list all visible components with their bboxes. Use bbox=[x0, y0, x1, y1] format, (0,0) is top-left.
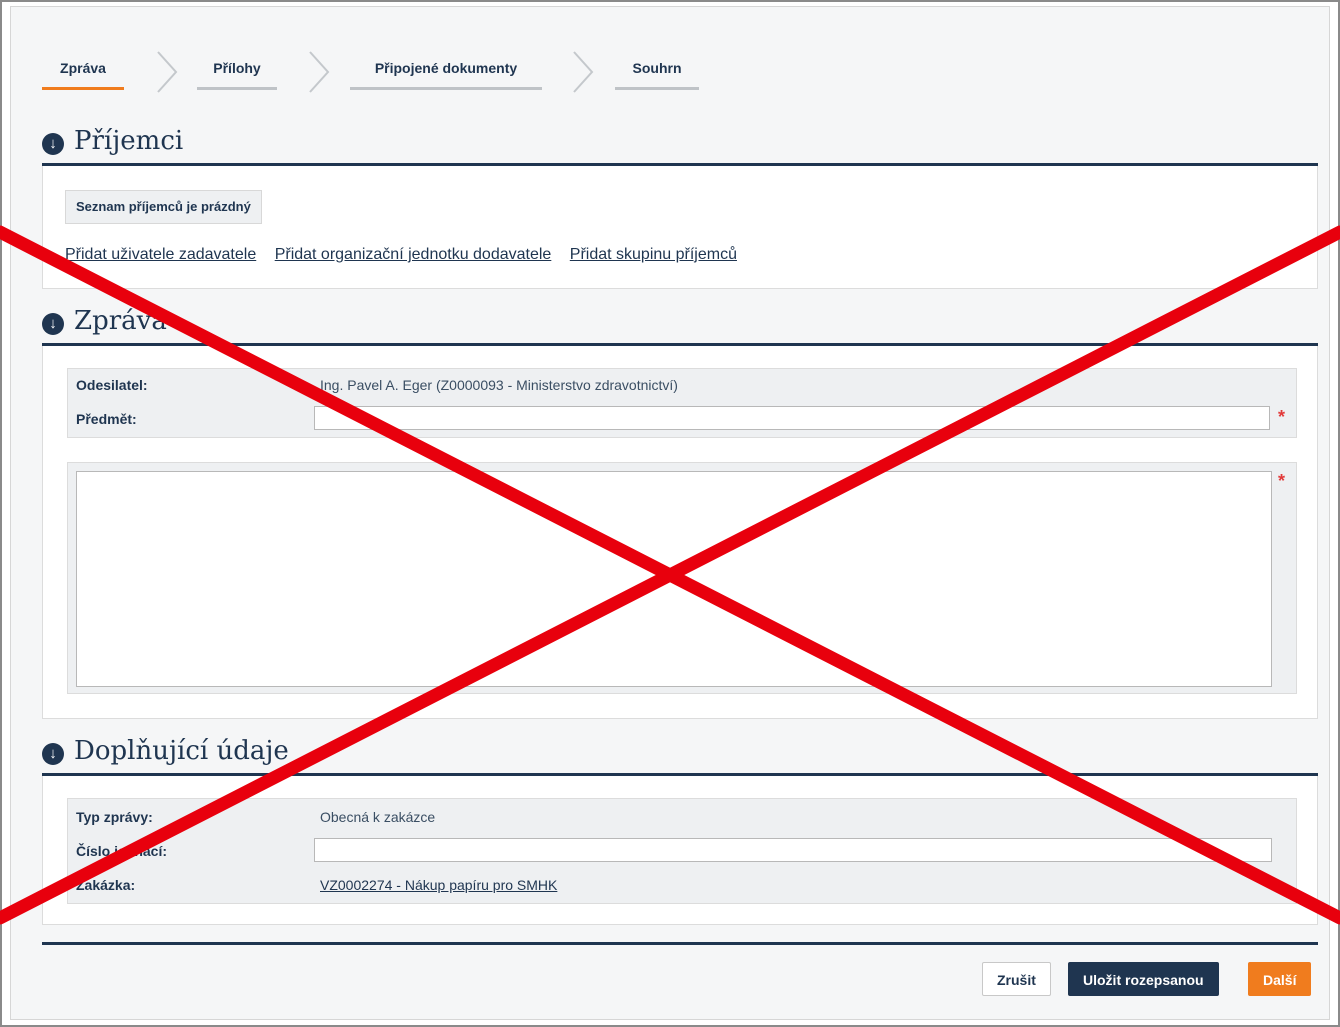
collapse-arrow-icon[interactable]: ↓ bbox=[42, 743, 64, 765]
wizard-step-label: Připojené dokumenty bbox=[374, 60, 518, 76]
add-recipient-group-link[interactable]: Přidat skupinu příjemců bbox=[570, 246, 737, 263]
chevron-right-icon bbox=[309, 51, 330, 93]
wizard-step-souhrn[interactable]: Souhrn bbox=[615, 60, 699, 90]
add-contracting-user-link[interactable]: Přidat uživatele zadavatele bbox=[65, 246, 256, 263]
order-row: Zakázka: VZ0002274 - Nákup papíru pro SM… bbox=[68, 869, 1296, 901]
reference-number-row: Číslo jednací: bbox=[68, 835, 1296, 867]
wizard-step-indicator bbox=[42, 87, 124, 90]
sender-label: Odesilatel: bbox=[76, 377, 148, 393]
wizard-step-indicator bbox=[615, 87, 699, 90]
add-supplier-unit-link[interactable]: Přidat organizační jednotku dodavatele bbox=[275, 246, 552, 263]
message-body-container: * bbox=[67, 462, 1297, 694]
reference-number-label: Číslo jednací: bbox=[76, 843, 168, 859]
collapse-arrow-icon[interactable]: ↓ bbox=[42, 313, 64, 335]
order-link[interactable]: VZ0002274 - Nákup papíru pro SMHK bbox=[320, 877, 557, 893]
reference-number-input[interactable] bbox=[314, 838, 1272, 862]
order-value: VZ0002274 - Nákup papíru pro SMHK bbox=[320, 877, 557, 893]
message-type-row: Typ zprávy: Obecná k zakázce bbox=[68, 801, 1296, 833]
wizard-step-indicator bbox=[350, 87, 542, 90]
message-fields: Odesilatel: Ing. Pavel A. Eger (Z0000093… bbox=[67, 368, 1297, 438]
additional-fields: Typ zprávy: Obecná k zakázce Číslo jedna… bbox=[67, 798, 1297, 904]
sender-value: Ing. Pavel A. Eger (Z0000093 - Ministers… bbox=[320, 377, 678, 393]
recipient-links: Přidat uživatele zadavatele Přidat organ… bbox=[65, 246, 751, 264]
section-title: Doplňující údaje bbox=[74, 736, 289, 766]
recipients-panel: Seznam příjemců je prázdný Přidat uživat… bbox=[42, 166, 1318, 289]
message-body-textarea[interactable] bbox=[76, 471, 1272, 687]
subject-input[interactable] bbox=[314, 406, 1270, 430]
sender-row: Odesilatel: Ing. Pavel A. Eger (Z0000093… bbox=[68, 369, 1296, 401]
wizard-step-prilohy[interactable]: Přílohy bbox=[197, 60, 277, 90]
section-title: Zpráva bbox=[74, 306, 167, 336]
section-header-recipients[interactable]: ↓ Příjemci bbox=[42, 126, 1318, 166]
chevron-right-icon bbox=[573, 51, 594, 93]
save-draft-button[interactable]: Uložit rozepsanou bbox=[1068, 962, 1219, 996]
wizard-step-zprava[interactable]: Zpráva bbox=[42, 60, 124, 90]
wizard-step-indicator bbox=[197, 87, 277, 90]
next-button[interactable]: Další bbox=[1248, 962, 1312, 996]
subject-row: Předmět: * bbox=[68, 403, 1296, 435]
section-header-message[interactable]: ↓ Zpráva bbox=[42, 306, 1318, 346]
message-type-label: Typ zprávy: bbox=[76, 809, 153, 825]
message-type-value: Obecná k zakázce bbox=[320, 809, 436, 825]
section-title: Příjemci bbox=[74, 126, 184, 156]
wizard-steps: Zpráva Přílohy Připojené dokumenty Souhr… bbox=[42, 50, 762, 100]
cancel-button[interactable]: Zrušit bbox=[982, 962, 1051, 996]
wizard-step-label: Souhrn bbox=[632, 60, 682, 76]
empty-recipients-notice: Seznam příjemců je prázdný bbox=[65, 190, 262, 224]
required-mark: * bbox=[1278, 407, 1286, 427]
wizard-step-label: Zpráva bbox=[60, 60, 106, 76]
section-header-additional[interactable]: ↓ Doplňující údaje bbox=[42, 736, 1318, 776]
additional-panel: Typ zprávy: Obecná k zakázce Číslo jedna… bbox=[42, 776, 1318, 925]
required-mark: * bbox=[1278, 471, 1286, 491]
subject-label: Předmět: bbox=[76, 411, 137, 427]
order-label: Zakázka: bbox=[76, 877, 136, 893]
collapse-arrow-icon[interactable]: ↓ bbox=[42, 133, 64, 155]
wizard-step-label: Přílohy bbox=[213, 60, 261, 76]
message-panel: Odesilatel: Ing. Pavel A. Eger (Z0000093… bbox=[42, 346, 1318, 719]
footer-divider bbox=[42, 942, 1318, 945]
wizard-step-pripojene-dokumenty[interactable]: Připojené dokumenty bbox=[350, 60, 542, 90]
chevron-right-icon bbox=[157, 51, 178, 93]
